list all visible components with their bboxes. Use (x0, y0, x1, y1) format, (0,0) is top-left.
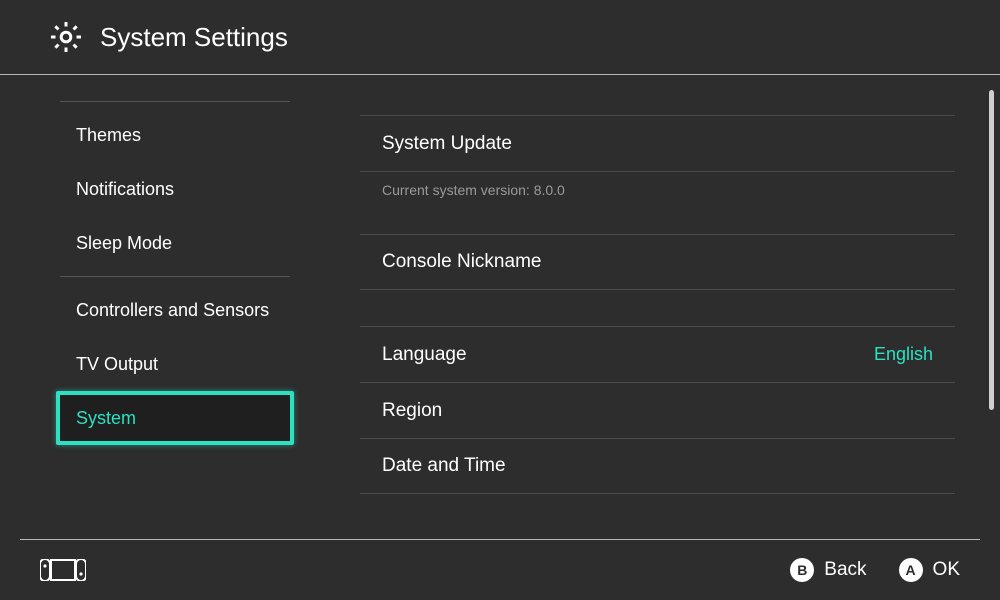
sidebar: amiibo Themes Notifications Sleep Mode C… (0, 75, 320, 540)
button-hints: B Back A OK (790, 558, 960, 582)
row-label: Console Nickname (382, 251, 541, 273)
row-console-nickname[interactable]: Console Nickname (360, 234, 955, 290)
row-region[interactable]: Region (360, 382, 955, 438)
sidebar-separator (60, 276, 290, 277)
gear-icon (48, 19, 84, 55)
sidebar-item-controllers-and-sensors[interactable]: Controllers and Sensors (60, 283, 310, 337)
scrollbar[interactable] (989, 90, 994, 410)
row-label: Language (382, 344, 467, 366)
sidebar-item-system[interactable]: System (56, 391, 294, 445)
b-button-icon: B (790, 558, 814, 582)
sidebar-item-label: Controllers and Sensors (76, 300, 269, 321)
hint-back[interactable]: B Back (790, 558, 866, 582)
sidebar-item-label: amiibo (76, 75, 129, 78)
version-text: Current system version: 8.0.0 (382, 182, 565, 198)
hint-label: Back (824, 559, 866, 581)
content-spacer (360, 290, 955, 326)
sidebar-item-label: System (76, 408, 136, 429)
sidebar-item-notifications[interactable]: Notifications (60, 162, 310, 216)
sidebar-item-tv-output[interactable]: TV Output (60, 337, 310, 391)
sidebar-item-label: TV Output (76, 354, 158, 375)
row-language[interactable]: Language English (360, 326, 955, 382)
sidebar-item-label: Themes (76, 125, 141, 146)
content-pane: System Update Current system version: 8.… (360, 75, 955, 540)
row-label: Date and Time (382, 455, 506, 477)
row-system-update[interactable]: System Update (360, 115, 955, 171)
sidebar-item-themes[interactable]: Themes (60, 108, 310, 162)
header: System Settings (0, 0, 1000, 75)
sidebar-item-label: Sleep Mode (76, 233, 172, 254)
row-system-version: Current system version: 8.0.0 (360, 171, 955, 234)
bottom-bar: B Back A OK (0, 540, 1000, 600)
row-value: English (874, 344, 933, 365)
sidebar-item-sleep-mode[interactable]: Sleep Mode (60, 216, 310, 270)
sidebar-separator (60, 101, 290, 102)
sidebar-item-label: Notifications (76, 179, 174, 200)
controller-icon (40, 559, 86, 581)
hint-label: OK (933, 559, 960, 581)
hint-ok[interactable]: A OK (899, 558, 960, 582)
page-title: System Settings (100, 22, 288, 53)
row-label: System Update (382, 133, 512, 155)
row-date-and-time[interactable]: Date and Time (360, 438, 955, 494)
row-label: Region (382, 400, 442, 422)
a-button-icon: A (899, 558, 923, 582)
sidebar-item-amiibo[interactable]: amiibo (60, 75, 310, 95)
